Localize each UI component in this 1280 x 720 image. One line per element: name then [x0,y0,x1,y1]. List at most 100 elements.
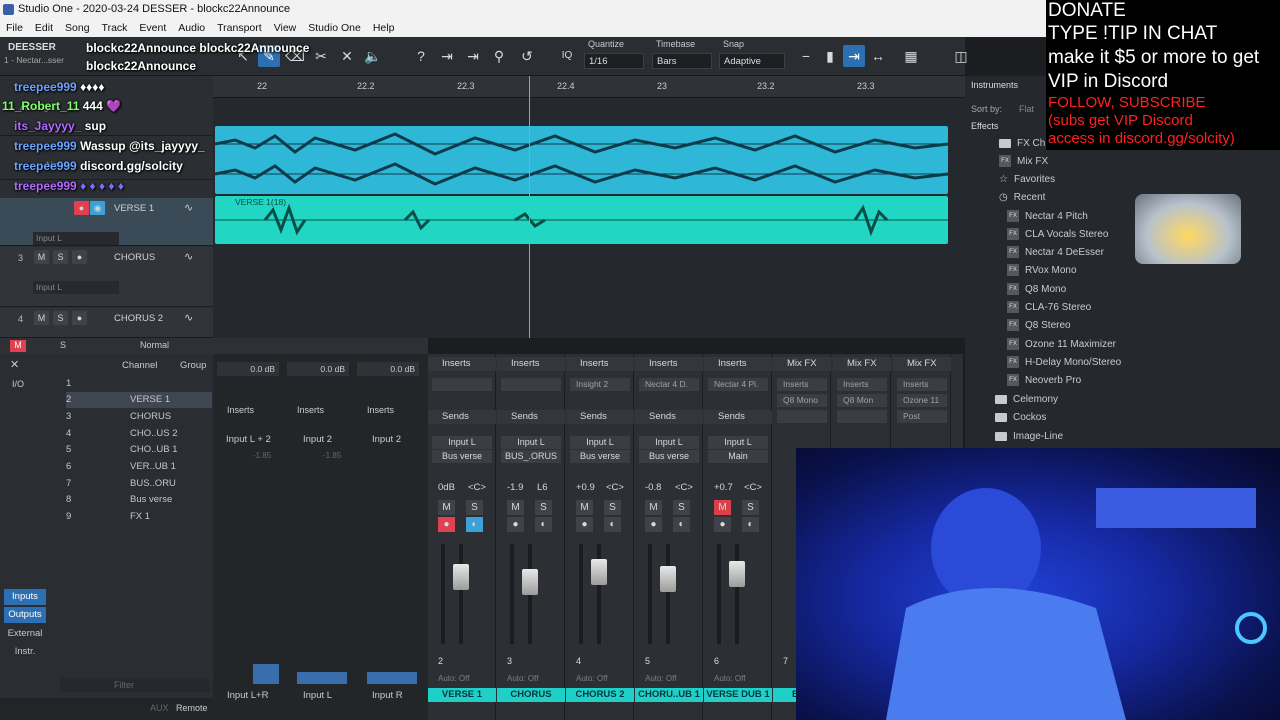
snap-events-icon[interactable]: ▮ [819,45,841,67]
monitor-button[interactable]: ◐ [742,517,759,532]
record-button[interactable]: ● [72,250,87,264]
browser-item[interactable]: FX CLA-76 Stereo [1007,299,1091,317]
audio-clip-stereo[interactable] [214,126,949,194]
inputs-button[interactable]: Inputs [4,589,46,605]
browser-item[interactable]: FX Nectar 4 Pitch [1007,208,1088,226]
automation-mode[interactable]: Auto: Off [438,674,469,683]
post-slot[interactable] [837,410,887,423]
sends-header[interactable]: Sends [566,410,634,424]
browser-tab-effects[interactable]: Effects [971,121,998,131]
menu-song[interactable]: Song [65,19,90,37]
search-icon[interactable]: ⚲ [488,45,510,67]
audio-clip-verse-1[interactable]: VERSE 1(18) [215,196,948,244]
inserts-header[interactable]: Inserts [704,357,772,371]
solo-button[interactable]: S [535,500,552,515]
sends-header[interactable]: Sends [428,410,496,424]
post-slot[interactable] [777,410,827,423]
channel-row[interactable]: 3 CHORUS [66,409,212,425]
split-tool-icon[interactable]: ✂ [310,45,332,67]
sends-header[interactable]: Sends [497,410,565,424]
record-button[interactable]: ● [72,311,87,325]
automation-mode[interactable]: Auto: Off [714,674,745,683]
mute-button[interactable]: M [34,250,49,264]
browser-item[interactable]: FX H-Delay Mono/Stereo [1007,354,1121,372]
browser-item[interactable]: FX Neoverb Pro [1007,372,1081,390]
monitor-button[interactable]: ◐ [535,517,552,532]
solo-all-button[interactable]: S [60,340,66,350]
filter-input[interactable]: Filter [60,678,210,692]
inserts-header[interactable]: Inserts [566,357,634,371]
input-route[interactable]: Input L + 2 [226,434,271,445]
automation-mode[interactable]: Auto: Off [576,674,607,683]
menu-help[interactable]: Help [373,19,395,37]
channel-row[interactable]: 4 CHO..US 2 [66,426,212,442]
output-route[interactable]: BUS_.ORUS [501,450,561,463]
io-label[interactable]: I/O [12,379,24,389]
menu-studio-one[interactable]: Studio One [308,19,361,37]
solo-button[interactable]: S [673,500,690,515]
output-route[interactable]: Bus verse [639,450,699,463]
browser-item[interactable]: Cockos [995,409,1046,427]
browser-item[interactable]: FX RVox Mono [1007,262,1077,280]
snap-grid-icon[interactable]: − [795,45,817,67]
solo-button[interactable]: S [604,500,621,515]
playhead[interactable] [529,76,530,338]
menu-edit[interactable]: Edit [35,19,53,37]
insert-slot[interactable]: Nectar 4 Pi. [708,378,768,391]
automation-mode[interactable]: Auto: Off [645,674,676,683]
sort-select[interactable]: Flat [1019,104,1034,114]
menu-file[interactable]: File [6,19,23,37]
mute-all-button[interactable]: M [10,340,26,352]
external-button[interactable]: External [4,626,46,642]
outputs-button[interactable]: Outputs [4,607,46,623]
track-chorus-2[interactable]: 4 M S ● CHORUS 2 ∿ [0,308,213,338]
inserts-label[interactable]: Inserts [367,405,394,415]
insert-slot[interactable]: Insight 2 [570,378,630,391]
browser-item[interactable]: FX CLA Vocals Stereo [1007,226,1108,244]
channel-name[interactable]: CHORUS [497,688,565,702]
mute-button[interactable]: M [507,500,524,515]
speaker-tool-icon[interactable]: 🔈 [362,45,384,67]
channel-name[interactable]: CHORUS 2 [566,688,634,702]
mode-select[interactable]: Normal [140,340,169,350]
next-icon[interactable]: ⇥ [462,45,484,67]
menu-view[interactable]: View [274,19,297,37]
record-arm-button[interactable]: ● [576,517,593,532]
volume-readout[interactable]: 0dB [438,482,455,493]
close-icon[interactable]: ✕ [10,358,19,371]
volume-readout[interactable]: -0.8 [645,482,661,493]
iq-icon[interactable]: IQ [556,45,578,67]
inserts-header[interactable]: Inserts [428,357,496,371]
input-select[interactable]: Input L [33,232,119,245]
mix-fx-header[interactable]: Mix FX [893,357,951,371]
insert-slot[interactable]: Inserts [777,378,827,391]
fader-cap[interactable] [660,566,676,592]
sends-header[interactable]: Sends [704,410,772,424]
monitor-button[interactable]: ◐ [466,517,483,532]
browser-item[interactable]: Image-Line [995,428,1063,446]
input-route[interactable]: Input L [708,436,768,449]
snap-both-icon[interactable]: ↔ [867,45,889,67]
browser-tab-instruments[interactable]: Instruments [971,80,1018,90]
browser-item[interactable]: FX Nectar 4 DeEsser [1007,244,1104,262]
browser-item[interactable]: FX Mix FX [999,153,1048,171]
gain-value[interactable]: 0.0 dB [357,362,419,376]
mute-button[interactable]: M [576,500,593,515]
pan-readout[interactable]: <C> [606,482,624,493]
inserts-header[interactable]: Inserts [497,357,565,371]
arrange-view[interactable]: VERSE 1(18) [213,98,965,338]
save-icon[interactable]: ◫ [950,45,972,67]
layout-icon[interactable]: ▦ [900,45,922,67]
fader-cap[interactable] [522,569,538,595]
menu-track[interactable]: Track [102,19,128,37]
record-arm-button[interactable]: ● [714,517,731,532]
channel-row[interactable]: 9 FX 1 [66,509,212,525]
mute-tool-icon[interactable]: ✕ [336,45,358,67]
output-route[interactable]: Bus verse [570,450,630,463]
inserts-label[interactable]: Inserts [227,405,254,415]
quantize-select[interactable]: 1/16 [584,53,644,69]
record-button[interactable]: ● [74,201,89,215]
mute-button[interactable]: M [438,500,455,515]
pan-readout[interactable]: L6 [537,482,548,493]
record-arm-button[interactable]: ● [507,517,524,532]
